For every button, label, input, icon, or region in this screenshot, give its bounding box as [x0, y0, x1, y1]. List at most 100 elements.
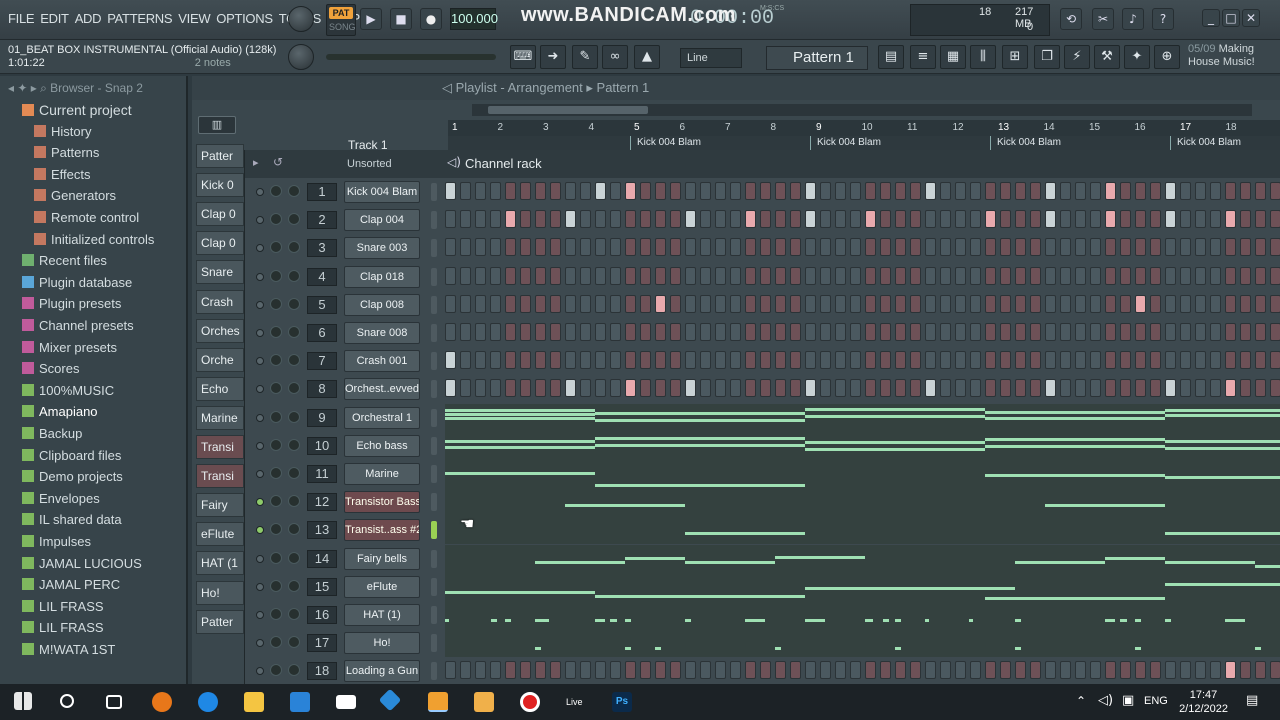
step-button[interactable]: [505, 351, 516, 370]
step-button[interactable]: [1045, 661, 1056, 680]
playlist-track-header[interactable]: Echo: [196, 376, 244, 401]
step-button[interactable]: [610, 182, 621, 200]
step-button[interactable]: [1045, 238, 1056, 257]
step-button[interactable]: [820, 210, 831, 229]
step-button[interactable]: [1090, 351, 1101, 370]
step-button[interactable]: [1015, 210, 1026, 229]
step-button[interactable]: [925, 323, 936, 341]
step-button[interactable]: [940, 323, 951, 341]
playlist-track-header[interactable]: Fairy: [196, 493, 244, 518]
step-button[interactable]: [490, 294, 501, 313]
channel-mute-led[interactable]: [256, 357, 264, 366]
step-button[interactable]: [655, 661, 666, 680]
volume-knob-icon[interactable]: [288, 185, 300, 197]
mixer-track-number[interactable]: 11: [307, 465, 337, 483]
playlist-track-header[interactable]: Clap 0: [196, 202, 244, 227]
piano-icon[interactable]: ▥: [198, 116, 236, 134]
step-button[interactable]: [1270, 323, 1280, 341]
channel-select-indicator[interactable]: [431, 436, 437, 455]
step-button[interactable]: [1180, 238, 1191, 257]
browser-item[interactable]: Plugin presets: [22, 296, 121, 311]
help-icon[interactable]: ?: [1152, 8, 1174, 30]
step-button[interactable]: [670, 182, 681, 200]
step-button[interactable]: [1195, 238, 1206, 257]
step-button[interactable]: [505, 379, 516, 398]
step-button[interactable]: [610, 351, 621, 370]
step-button[interactable]: [1000, 266, 1011, 285]
step-button[interactable]: [745, 210, 756, 229]
playlist-track-header[interactable]: Crash: [196, 289, 244, 314]
channel-select-indicator[interactable]: [431, 493, 437, 512]
step-button[interactable]: [580, 210, 591, 229]
step-button[interactable]: [1165, 379, 1176, 398]
step-button[interactable]: [550, 323, 561, 341]
step-button[interactable]: [580, 266, 591, 285]
step-button[interactable]: [685, 210, 696, 229]
step-button[interactable]: [760, 266, 771, 285]
step-button[interactable]: [460, 210, 471, 229]
pan-knob-icon[interactable]: [270, 467, 282, 479]
step-button[interactable]: [1270, 266, 1280, 285]
channel-name-button[interactable]: Fairy bells: [344, 547, 420, 570]
pan-knob-icon[interactable]: [270, 382, 282, 395]
browser-item[interactable]: Initialized controls: [34, 232, 154, 247]
step-button[interactable]: [760, 379, 771, 398]
browser-icon[interactable]: ⊞: [1002, 45, 1028, 69]
network-icon[interactable]: ▣: [1122, 693, 1134, 708]
step-button[interactable]: [745, 379, 756, 398]
tempo-display[interactable]: 100.000: [450, 8, 498, 30]
pattern-clip[interactable]: Kick 004 Blam: [1170, 136, 1280, 150]
step-button[interactable]: [475, 210, 486, 229]
step-button[interactable]: [460, 238, 471, 257]
step-button[interactable]: [625, 266, 636, 285]
volume-knob-icon[interactable]: [288, 297, 300, 310]
step-button[interactable]: [970, 182, 981, 200]
snap-select[interactable]: Line: [680, 48, 742, 68]
step-button[interactable]: [820, 379, 831, 398]
step-button[interactable]: [925, 379, 936, 398]
step-button[interactable]: [1045, 294, 1056, 313]
step-button[interactable]: [835, 182, 846, 200]
step-button[interactable]: [955, 379, 966, 398]
step-button[interactable]: [625, 182, 636, 200]
step-button[interactable]: [745, 294, 756, 313]
step-button[interactable]: [625, 323, 636, 341]
step-button[interactable]: [595, 182, 606, 200]
ableton-live-icon[interactable]: Live: [566, 692, 588, 712]
step-button[interactable]: [1255, 294, 1266, 313]
step-button[interactable]: [490, 661, 501, 680]
step-button[interactable]: [925, 238, 936, 257]
step-button[interactable]: [985, 351, 996, 370]
browser-item[interactable]: Effects: [34, 167, 91, 182]
playlist-track-header[interactable]: Transi: [196, 435, 244, 459]
step-button[interactable]: [535, 661, 546, 680]
step-button[interactable]: [595, 351, 606, 370]
channel-mute-led[interactable]: [256, 385, 264, 394]
step-button[interactable]: [790, 210, 801, 229]
step-button[interactable]: [730, 661, 741, 680]
typing-keyboard-icon[interactable]: ⌨: [510, 45, 536, 69]
step-button[interactable]: [610, 294, 621, 313]
step-button[interactable]: [460, 661, 471, 680]
step-button[interactable]: [730, 323, 741, 341]
step-button[interactable]: [1015, 661, 1026, 680]
step-button[interactable]: [715, 210, 726, 229]
step-button[interactable]: [625, 210, 636, 229]
browser-item[interactable]: JAMAL LUCIOUS: [22, 556, 142, 571]
step-button[interactable]: [850, 661, 861, 680]
step-button[interactable]: [1105, 238, 1116, 257]
step-button[interactable]: [1165, 661, 1176, 680]
step-button[interactable]: [1120, 238, 1131, 257]
step-button[interactable]: [1030, 351, 1041, 370]
volume-knob-icon[interactable]: [288, 410, 300, 423]
channel-name-button[interactable]: Crash 001: [344, 350, 420, 373]
pat-song-toggle[interactable]: PAT SONG: [326, 4, 356, 36]
step-button[interactable]: [1090, 661, 1101, 680]
step-button[interactable]: [1150, 379, 1161, 398]
step-button[interactable]: [880, 182, 891, 200]
search-icon[interactable]: [60, 694, 74, 708]
step-button[interactable]: [1030, 323, 1041, 341]
step-button[interactable]: [1015, 323, 1026, 341]
step-button[interactable]: [925, 266, 936, 285]
step-button[interactable]: [1135, 238, 1146, 257]
